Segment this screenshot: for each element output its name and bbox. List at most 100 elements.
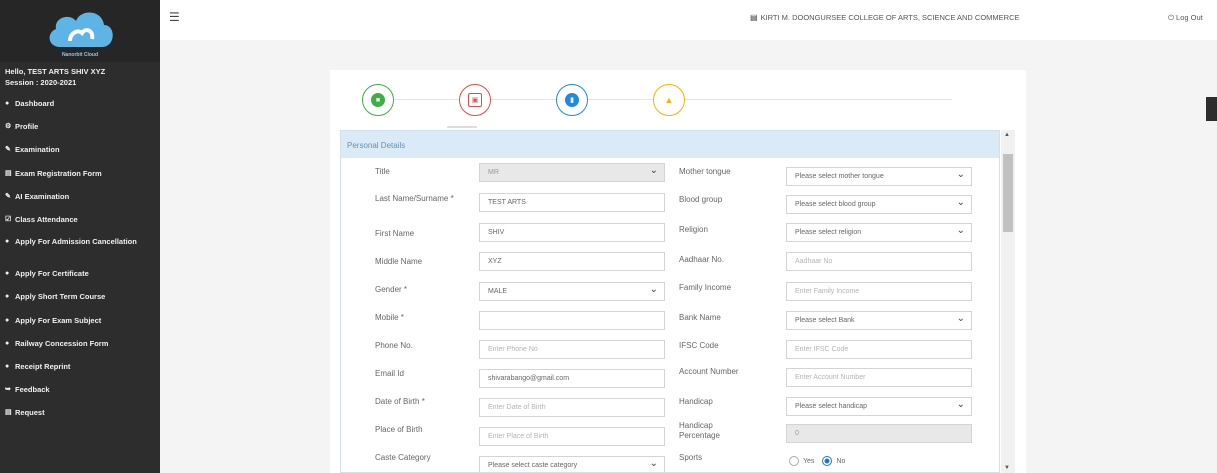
label-first-name: First Name bbox=[375, 229, 415, 238]
title-select[interactable]: MR bbox=[479, 163, 665, 182]
aadhaar-input[interactable]: Aadhaar No bbox=[786, 252, 972, 271]
sidebar-item-ai-examination[interactable]: ✎ AI Examination bbox=[0, 186, 160, 209]
sidebar-item-label: Apply For Admission Cancellation bbox=[15, 237, 137, 247]
sidebar-item-certificate[interactable]: ● Apply For Certificate bbox=[0, 263, 160, 286]
side-toggle-button[interactable] bbox=[1206, 97, 1217, 121]
college-name: ▤ KIRTI M. DOONGURSEE COLLEGE OF ARTS, SC… bbox=[750, 13, 1020, 22]
caste-category-select[interactable]: Please select caste category bbox=[479, 456, 665, 472]
sidebar-item-label: Examination bbox=[15, 145, 60, 155]
sports-yes-label: Yes bbox=[803, 457, 815, 465]
label-family-income: Family Income bbox=[679, 283, 732, 292]
dot-icon: ● bbox=[5, 270, 10, 278]
handicap-select[interactable]: Please select handicap bbox=[786, 397, 972, 416]
power-icon: ⏻ bbox=[1168, 13, 1174, 22]
sidebar-item-label: Receipt Reprint bbox=[15, 361, 71, 371]
sidebar-item-class-attendance[interactable]: ☑ Class Attendance bbox=[0, 209, 160, 232]
sports-no-label: No bbox=[836, 457, 846, 465]
dot-icon: ● bbox=[5, 293, 10, 301]
ifsc-input[interactable]: Enter IFSC Code bbox=[786, 340, 972, 359]
sidebar-item-label: Apply Short Term Course bbox=[15, 292, 106, 302]
dashboard-icon: ● bbox=[5, 100, 10, 107]
step-personal[interactable]: ■ bbox=[362, 84, 394, 116]
hamburger-menu-icon[interactable]: ☰ bbox=[169, 10, 180, 24]
sidebar-item-admission-cancellation[interactable]: ● Apply For Admission Cancellation bbox=[0, 232, 160, 263]
first-name-input[interactable]: SHIV bbox=[479, 223, 665, 242]
label-email: Email Id bbox=[375, 369, 404, 378]
panel-scrollbar[interactable]: ▲ ▼ bbox=[1001, 130, 1015, 473]
label-mother-tongue: Mother tongue bbox=[679, 167, 731, 176]
sidebar-item-label: Railway Concession Form bbox=[15, 338, 109, 348]
form-icon: ▤ bbox=[5, 169, 12, 177]
label-dob: Date of Birth * bbox=[375, 397, 425, 406]
sidebar-item-request[interactable]: ▤ Request bbox=[0, 402, 160, 425]
sidebar-item-label: Apply For Certificate bbox=[15, 269, 89, 279]
label-ifsc: IFSC Code bbox=[679, 341, 719, 350]
label-account-number: Account Number bbox=[679, 367, 739, 376]
scroll-up-icon[interactable]: ▲ bbox=[1004, 132, 1010, 138]
family-income-input[interactable]: Enter Family Income bbox=[786, 282, 972, 301]
sports-yes-radio[interactable] bbox=[789, 456, 799, 466]
sidebar-item-receipt-reprint[interactable]: ● Receipt Reprint bbox=[0, 356, 160, 379]
step-education[interactable]: ▮ bbox=[556, 84, 588, 116]
religion-select[interactable]: Please select religion bbox=[786, 223, 972, 242]
middle-name-input[interactable]: XYZ bbox=[479, 252, 665, 271]
last-name-input[interactable]: TEST ARTS bbox=[479, 193, 665, 212]
cloud-logo-icon bbox=[49, 12, 113, 48]
sidebar-item-label: Class Attendance bbox=[15, 214, 78, 224]
sidebar-item-exam-subject[interactable]: ● Apply For Exam Subject bbox=[0, 310, 160, 333]
request-icon: ▤ bbox=[5, 409, 12, 417]
scroll-thumb[interactable] bbox=[1003, 154, 1013, 232]
scroll-down-icon[interactable]: ▼ bbox=[1004, 465, 1010, 471]
sidebar-item-label: Profile bbox=[15, 122, 39, 132]
step-address[interactable]: ▣ bbox=[459, 84, 491, 116]
label-phone: Phone No. bbox=[375, 341, 413, 350]
label-aadhaar: Aadhaar No. bbox=[679, 255, 724, 264]
handicap-percentage-input[interactable]: 0 bbox=[786, 424, 972, 443]
personal-icon: ■ bbox=[371, 93, 385, 107]
label-handicap: Handicap bbox=[679, 397, 713, 406]
active-step-indicator bbox=[447, 126, 477, 128]
place-of-birth-input[interactable]: Enter Place of Birth bbox=[479, 427, 665, 446]
label-mobile: Mobile * bbox=[375, 313, 404, 322]
sidebar-item-short-term-course[interactable]: ● Apply Short Term Course bbox=[0, 286, 160, 309]
sidebar: Nanorbit Cloud Hello, TEST ARTS SHIV XYZ… bbox=[0, 0, 160, 473]
account-number-input[interactable]: Enter Account Number bbox=[786, 368, 972, 387]
address-icon: ▣ bbox=[468, 93, 482, 107]
phone-input[interactable]: Enter Phone No bbox=[479, 340, 665, 359]
dot-icon: ● bbox=[5, 316, 10, 324]
sidebar-item-profile[interactable]: ⚙ Profile bbox=[0, 116, 160, 139]
dot-icon: ● bbox=[5, 238, 10, 246]
gender-select[interactable]: MALE bbox=[479, 282, 665, 301]
pencil-icon: ✎ bbox=[5, 192, 11, 200]
label-bank-name: Bank Name bbox=[679, 313, 721, 322]
mother-tongue-select[interactable]: Please select mother tongue bbox=[786, 167, 972, 186]
form-card: ■ ▣ ▮ ▲ Personal Details Title Last Name… bbox=[330, 70, 1026, 473]
sports-no-radio[interactable] bbox=[822, 456, 833, 466]
sidebar-menu: ● Dashboard ⚙ Profile ✎ Examination ▤ Ex… bbox=[0, 93, 160, 425]
step-declaration[interactable]: ▲ bbox=[653, 84, 685, 116]
sports-radio-group: Yes No bbox=[789, 456, 845, 466]
user-info: Hello, TEST ARTS SHIV XYZ Session : 2020… bbox=[0, 62, 160, 88]
email-input[interactable]: shivarabango@gmail.com bbox=[479, 369, 665, 388]
gear-icon: ⚙ bbox=[5, 123, 12, 131]
personal-details-panel: Personal Details Title Last Name/Surname… bbox=[340, 130, 1000, 473]
sidebar-item-label: AI Examination bbox=[15, 191, 70, 201]
sidebar-item-feedback[interactable]: ➥ Feedback bbox=[0, 379, 160, 402]
user-greeting: Hello, TEST ARTS SHIV XYZ bbox=[5, 67, 106, 76]
logo-text: Nanorbit Cloud bbox=[61, 52, 99, 58]
blood-group-select[interactable]: Please select blood group bbox=[786, 195, 972, 214]
pencil-icon: ✎ bbox=[5, 146, 11, 154]
label-place-of-birth: Place of Birth bbox=[375, 425, 423, 434]
sidebar-item-label: Apply For Exam Subject bbox=[15, 315, 102, 325]
sidebar-item-railway-concession[interactable]: ● Railway Concession Form bbox=[0, 333, 160, 356]
bank-name-select[interactable]: Please select Bank bbox=[786, 311, 972, 330]
label-religion: Religion bbox=[679, 225, 708, 234]
mobile-input[interactable] bbox=[479, 311, 665, 330]
sidebar-item-examination[interactable]: ✎ Examination bbox=[0, 139, 160, 162]
sidebar-item-dashboard[interactable]: ● Dashboard bbox=[0, 93, 160, 116]
dob-input[interactable]: Enter Date of Birth bbox=[479, 398, 665, 417]
sidebar-item-exam-registration[interactable]: ▤ Exam Registration Form bbox=[0, 163, 160, 186]
logo: Nanorbit Cloud bbox=[0, 0, 160, 62]
logout-button[interactable]: ⏻ Log Out bbox=[1168, 13, 1203, 23]
wizard-steps: ■ ▣ ▮ ▲ bbox=[330, 70, 1026, 130]
